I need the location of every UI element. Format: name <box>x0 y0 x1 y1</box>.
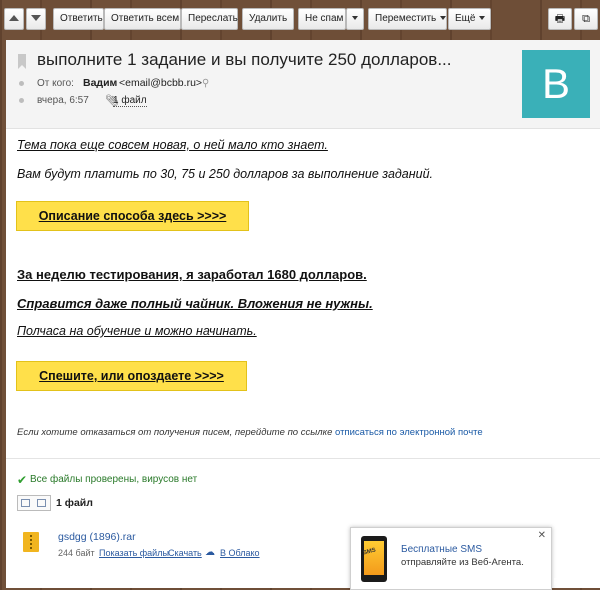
show-files-link[interactable]: Показать файлы <box>99 548 169 558</box>
arrow-down-icon <box>31 15 41 22</box>
sms-promo-popup[interactable]: SMS Бесплатные SMS отправляйте из Веб-Аг… <box>350 527 552 590</box>
view-toggle[interactable] <box>17 495 51 511</box>
read-status-icon[interactable] <box>19 81 24 86</box>
cloud-icon: ☁ <box>205 547 215 558</box>
more-button[interactable]: Ещё <box>448 8 491 30</box>
next-message-button[interactable] <box>26 8 46 30</box>
print-icon: 🖶 <box>554 13 566 25</box>
chevron-down-icon <box>440 16 447 21</box>
print-button[interactable]: 🖶 <box>548 8 572 30</box>
attachment-link[interactable]: 1 файл <box>113 95 147 107</box>
cta-button-hurry[interactable]: Спешите, или опоздаете >>>> <box>16 361 247 391</box>
message-header: выполните 1 задание и вы получите 250 до… <box>6 40 600 129</box>
message-subject: выполните 1 задание и вы получите 250 до… <box>37 50 452 69</box>
delete-button[interactable]: Удалить <box>242 8 294 30</box>
list-view-icon[interactable] <box>37 499 46 507</box>
virus-check-status: Все файлы проверены, вирусов нет <box>30 474 198 485</box>
unsubscribe-link[interactable]: отписаться по электронной почте <box>335 427 483 438</box>
more-label: Ещё <box>455 13 476 24</box>
body-line-3: За неделю тестирования, я заработал 1680… <box>17 267 367 282</box>
message-date: вчера, 6:57 <box>37 95 89 106</box>
chevron-down-icon <box>352 16 358 21</box>
grid-view-icon[interactable] <box>21 499 30 507</box>
body-line-4: Справится даже полный чайник. Вложения н… <box>17 296 373 311</box>
close-icon[interactable]: ✕ <box>538 530 546 541</box>
sms-promo-title[interactable]: Бесплатные SMS <box>401 544 482 555</box>
attachment-file-name[interactable]: gsdgg (1896).rar <box>58 531 136 543</box>
reply-all-button[interactable]: Ответить всем <box>104 8 181 30</box>
sender-email[interactable]: <email@bcbb.ru> <box>119 77 202 89</box>
bookmark-icon[interactable] <box>18 54 26 69</box>
message-view: выполните 1 задание и вы получите 250 до… <box>6 40 600 590</box>
body-line-2: Вам будут платить по 30, 75 и 250 доллар… <box>17 167 434 181</box>
files-count: 1 файл <box>56 497 93 509</box>
avatar: B <box>522 50 590 118</box>
sender-name[interactable]: Вадим <box>83 77 117 89</box>
flag-icon[interactable] <box>19 98 24 103</box>
toolbar: Ответить Ответить всем Переслать Удалить… <box>0 0 600 38</box>
sms-promo-subtitle: отправляйте из Веб-Агента. <box>401 557 524 568</box>
arrow-up-icon <box>9 15 19 22</box>
reply-button[interactable]: Ответить <box>53 8 104 30</box>
unsubscribe-text: Если хотите отказаться от получения писе… <box>17 427 333 438</box>
archive-icon <box>23 532 39 552</box>
not-spam-dropdown[interactable] <box>346 8 364 30</box>
body-line-1: Тема пока еще совсем новая, о ней мало к… <box>17 138 328 152</box>
chevron-down-icon <box>479 16 486 21</box>
watermark: pikabu.ru <box>553 576 596 586</box>
compact-view-button[interactable]: ⧉ <box>574 8 598 30</box>
not-spam-button[interactable]: Не спам <box>298 8 346 30</box>
from-label: От кого: <box>37 78 74 89</box>
move-button[interactable]: Переместить <box>368 8 447 30</box>
compact-view-icon: ⧉ <box>582 13 590 25</box>
divider <box>6 458 600 459</box>
attachment-file-size: 244 байт <box>58 548 95 558</box>
phone-icon <box>361 536 387 582</box>
cta-button-description[interactable]: Описание способа здесь >>>> <box>16 201 249 231</box>
unsubscribe-note: Если хотите отказаться от получения писе… <box>17 427 483 438</box>
move-label: Переместить <box>375 13 437 24</box>
forward-button[interactable]: Переслать <box>181 8 238 30</box>
search-icon[interactable]: ⚲ <box>202 78 209 89</box>
save-to-cloud-link[interactable]: В Облако <box>220 548 260 558</box>
check-icon: ✔ <box>17 473 28 487</box>
download-link[interactable]: Скачать <box>168 548 202 558</box>
prev-message-button[interactable] <box>4 8 24 30</box>
body-line-5: Полчаса на обучение и можно начинать. <box>17 324 257 338</box>
